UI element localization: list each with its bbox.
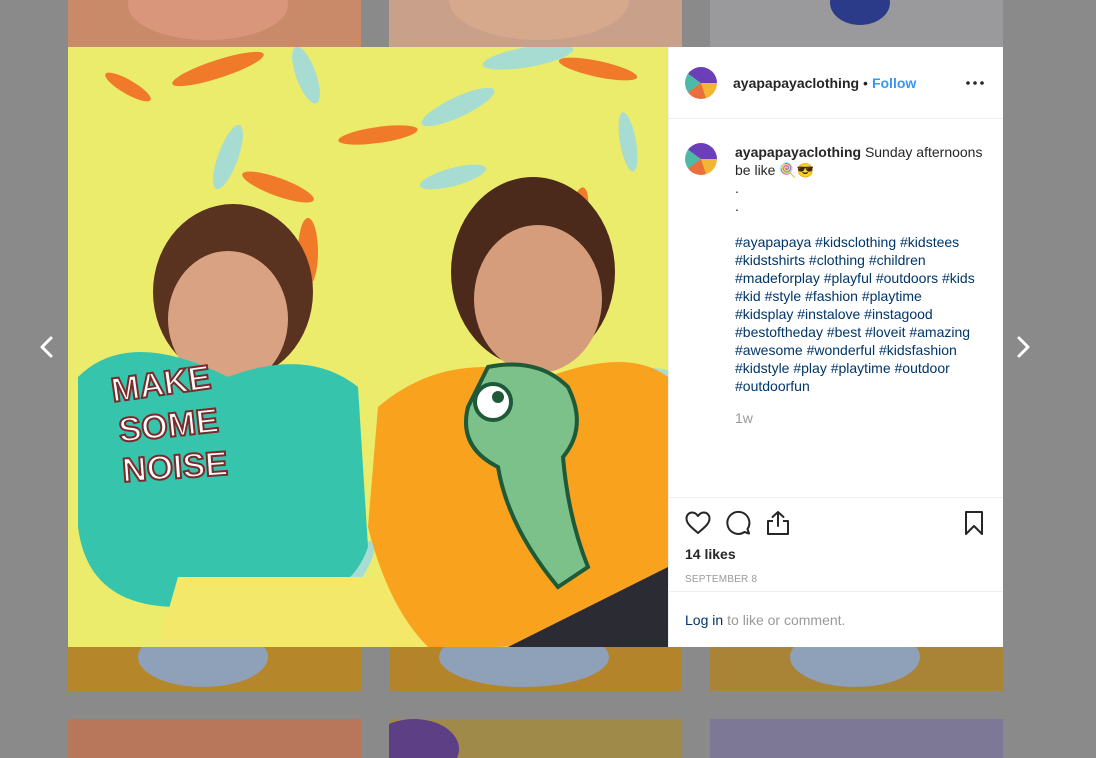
- grid-thumbnail[interactable]: [389, 719, 682, 758]
- avatar[interactable]: [685, 66, 717, 99]
- username-link[interactable]: ayapapayaclothing: [733, 75, 859, 91]
- grid-thumbnail[interactable]: [389, 647, 682, 691]
- hashtag-row[interactable]: #kid #style #fashion #playtime: [735, 287, 987, 305]
- save-button[interactable]: [961, 510, 987, 536]
- next-post-button[interactable]: [1008, 333, 1036, 361]
- comment-icon: [726, 510, 751, 535]
- bookmark-icon: [965, 511, 983, 535]
- grid-thumbnail[interactable]: [68, 719, 361, 758]
- more-options-button[interactable]: [963, 71, 987, 95]
- avatar[interactable]: [685, 143, 717, 175]
- caption: ayapapayaclothing Sunday afternoons be l…: [735, 143, 987, 481]
- hashtag-row[interactable]: #kidsplay #instalove #instagood: [735, 305, 987, 323]
- login-link[interactable]: Log in: [685, 612, 723, 628]
- caption-dot-line: .: [735, 180, 739, 196]
- grid-thumbnail[interactable]: [68, 0, 361, 47]
- post-header: ayapapayaclothing • Follow: [669, 47, 1003, 119]
- hashtag-list: #ayapapaya #kidsclothing #kidstees #kids…: [735, 233, 987, 395]
- post-photo-illustration: MAKE SOME NOISE: [68, 47, 668, 647]
- caption-timestamp[interactable]: 1w: [735, 409, 987, 427]
- hashtag-row[interactable]: #awesome #wonderful #kidsfashion: [735, 341, 987, 359]
- chevron-left-icon: [40, 336, 53, 358]
- grid-thumbnail[interactable]: [389, 0, 682, 47]
- caption-username-link[interactable]: ayapapayaclothing: [735, 144, 861, 160]
- hashtag-row[interactable]: #outdoorfun: [735, 377, 987, 395]
- share-icon: [767, 511, 789, 535]
- caption-area: ayapapayaclothing Sunday afternoons be l…: [669, 119, 1003, 497]
- follow-button[interactable]: Follow: [872, 75, 916, 91]
- hashtag-row[interactable]: #kidstshirts #clothing #children: [735, 251, 987, 269]
- post-image: MAKE SOME NOISE: [68, 47, 668, 647]
- grid-thumbnail[interactable]: [710, 0, 1003, 47]
- heart-icon: [685, 511, 711, 534]
- separator-dot: •: [863, 74, 868, 91]
- hashtag-row[interactable]: #kidstyle #play #playtime #outdoor: [735, 359, 987, 377]
- previous-post-button[interactable]: [34, 333, 62, 361]
- grid-thumbnail[interactable]: [710, 719, 1003, 758]
- more-horizontal-icon: [966, 80, 984, 85]
- comment-button[interactable]: [725, 510, 751, 536]
- post-actions: 14 likes SEPTEMBER 8: [669, 497, 1003, 591]
- grid-thumbnail[interactable]: [68, 647, 361, 691]
- hashtag-row[interactable]: #bestoftheday #best #loveit #amazing: [735, 323, 987, 341]
- shirt-text-line: NOISE: [121, 445, 229, 490]
- grid-thumbnail[interactable]: [710, 647, 1003, 691]
- post-date: SEPTEMBER 8: [685, 574, 758, 585]
- login-prompt-text: to like or comment.: [727, 611, 846, 628]
- like-button[interactable]: [685, 510, 711, 536]
- login-prompt: Log in to like or comment.: [669, 591, 1003, 647]
- likes-count[interactable]: 14 likes: [685, 546, 987, 562]
- post-details-panel: ayapapayaclothing • Follow ayapapayaclot…: [668, 47, 1003, 647]
- post-modal: MAKE SOME NOISE ayapapayaclothing • Foll…: [68, 47, 1003, 647]
- caption-dot-line: .: [735, 198, 739, 214]
- hashtag-row[interactable]: #ayapapaya #kidsclothing #kidstees: [735, 233, 987, 251]
- hashtag-row[interactable]: #madeforplay #playful #outdoors #kids: [735, 269, 987, 287]
- share-button[interactable]: [765, 510, 791, 536]
- chevron-right-icon: [1017, 336, 1030, 358]
